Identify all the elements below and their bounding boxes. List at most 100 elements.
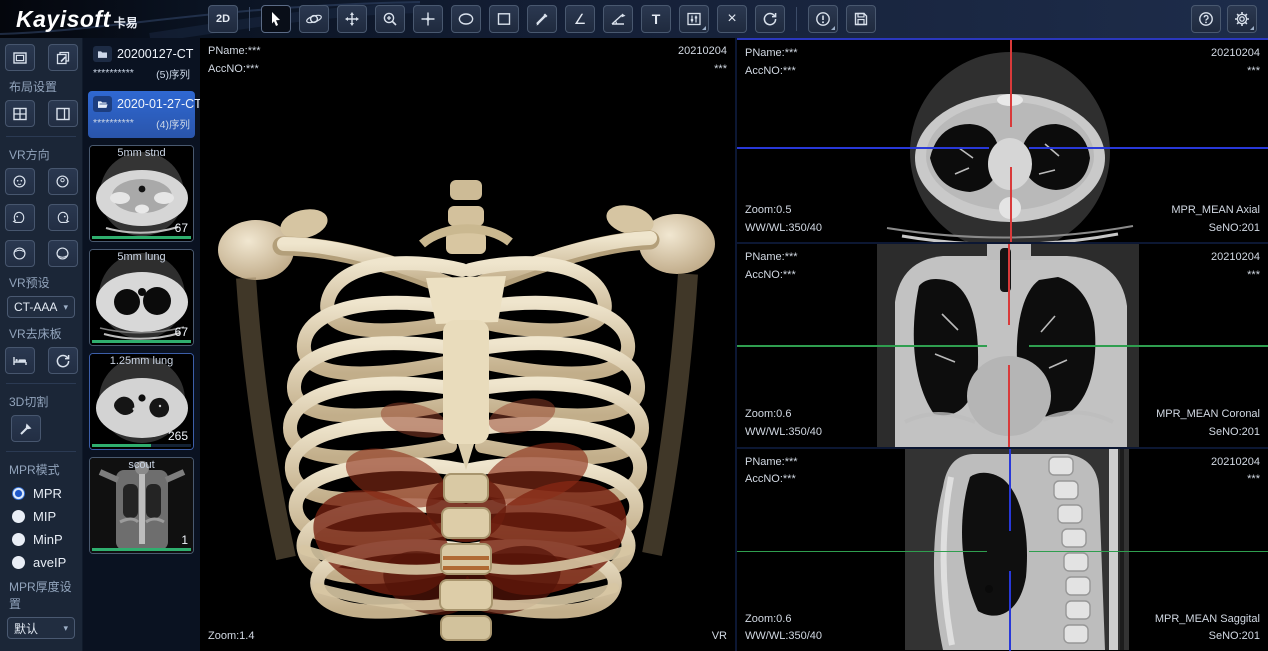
cobb-angle-button[interactable] <box>603 5 633 33</box>
vr-head-front-button[interactable] <box>5 168 35 195</box>
axial-crosshair-v-top[interactable] <box>1010 40 1012 127</box>
radio-dot <box>12 556 25 569</box>
bed-icon <box>12 353 28 369</box>
series-thumbnail-4[interactable]: scout 1 <box>89 457 194 554</box>
mpr-thickness-value: 默认 <box>14 620 38 637</box>
bed-reset-button[interactable] <box>48 347 78 374</box>
chevron-down-icon: ▾ <box>63 302 68 313</box>
delete-button[interactable]: × <box>717 5 747 33</box>
view-2d-button[interactable]: 2D <box>208 5 238 33</box>
chevron-down-icon: ▾ <box>63 623 68 634</box>
folder-open-icon <box>93 96 112 112</box>
reset-button[interactable] <box>755 5 785 33</box>
sagittal-crosshair-v-top[interactable] <box>1009 449 1011 531</box>
radio-aveip[interactable]: aveIP <box>12 555 82 570</box>
thumbnail-number: 265 <box>168 429 188 443</box>
thumbnail-number: 67 <box>175 221 188 235</box>
sagittal-viewport[interactable]: PName:*** AccNO:*** 20210204 *** Zoom:0.… <box>737 449 1268 651</box>
help-button[interactable] <box>1191 5 1221 33</box>
vr-head-back-button[interactable] <box>48 168 78 195</box>
radio-mpr[interactable]: MPR <box>12 486 82 501</box>
window-level-button[interactable] <box>679 5 709 33</box>
layout-grid-2x2-button[interactable] <box>5 100 35 127</box>
text-tool-button[interactable]: T <box>641 5 671 33</box>
angle-icon: ∠ <box>574 12 587 26</box>
cut-3d-label: 3D切割 <box>9 393 82 410</box>
study-item-2[interactable]: 2020-01-27-CT ********** (4)序列 <box>88 91 195 138</box>
layout-edit-button[interactable] <box>48 44 78 71</box>
layout-monitor-button[interactable] <box>5 44 35 71</box>
cursor-button[interactable] <box>261 5 291 33</box>
seno-text: SeNO:201 <box>1155 628 1260 646</box>
axial-zoom-overlay: Zoom:0.5 WW/WL:350/40 <box>745 202 822 237</box>
study-item-1[interactable]: 20200127-CT ********** (5)序列 <box>88 41 195 88</box>
settings-icon <box>1234 11 1250 27</box>
vr-head-left-button[interactable] <box>5 204 35 231</box>
ellipse-tool-button[interactable] <box>451 5 481 33</box>
mpr-thickness-label: MPR厚度设置 <box>9 578 82 612</box>
mpr-thickness-dropdown[interactable]: 默认 ▾ <box>7 617 75 639</box>
axial-crosshair-h-left[interactable] <box>737 147 989 149</box>
radio-mip[interactable]: MIP <box>12 509 82 524</box>
axial-viewport[interactable]: PName:*** AccNO:*** 20210204 *** Zoom:0.… <box>737 38 1268 244</box>
coronal-crosshair-v-top[interactable] <box>1008 244 1010 325</box>
coronal-crosshair-h-right[interactable] <box>1029 345 1268 347</box>
sagittal-crosshair-v-bottom[interactable] <box>1009 571 1011 651</box>
coronal-viewport[interactable]: PName:*** AccNO:*** 20210204 *** Zoom:0.… <box>737 244 1268 448</box>
crosshair-button[interactable] <box>413 5 443 33</box>
radio-label: aveIP <box>33 555 66 570</box>
head-right-icon <box>55 210 70 225</box>
thumbnail-number: 67 <box>175 325 188 339</box>
vr-preset-dropdown[interactable]: CT-AAA ▾ <box>7 296 75 318</box>
accno-text: AccNO:*** <box>745 63 798 81</box>
coronal-type-overlay: MPR_MEAN Coronal SeNO:201 <box>1156 406 1260 441</box>
report-button[interactable] <box>808 5 838 33</box>
vr-preset-label: VR预设 <box>9 274 82 291</box>
series-thumbnail-1[interactable]: 5mm stnd 67 <box>89 145 194 242</box>
radio-label: MinP <box>33 532 63 547</box>
head-bottom-icon <box>55 246 70 261</box>
wwwl-text: WW/WL:350/40 <box>745 424 822 442</box>
sagittal-crosshair-h-left[interactable] <box>737 551 987 553</box>
thumbnail-progress <box>92 444 191 447</box>
zoom-text: Zoom:0.6 <box>745 611 822 629</box>
accno-text: AccNO:*** <box>745 267 798 285</box>
left-sidebar: 布局设置 VR方向 <box>0 38 83 651</box>
vr-head-right-button[interactable] <box>48 204 78 231</box>
remove-bed-button[interactable] <box>5 347 35 374</box>
settings-button[interactable] <box>1227 5 1257 33</box>
window-level-icon <box>686 11 702 27</box>
rotate-3d-button[interactable] <box>299 5 329 33</box>
sagittal-type-overlay: MPR_MEAN Saggital SeNO:201 <box>1155 611 1260 646</box>
vr-head-bottom-button[interactable] <box>48 240 78 267</box>
zoom-in-button[interactable] <box>375 5 405 33</box>
vr-viewport[interactable]: PName:*** AccNO:*** 20210204 *** Zoom:1.… <box>200 38 735 651</box>
scalpel-button[interactable] <box>11 415 41 442</box>
pname-text: PName:*** <box>745 454 798 472</box>
coronal-crosshair-h-left[interactable] <box>737 345 987 347</box>
save-button[interactable] <box>846 5 876 33</box>
sidebar-divider <box>6 451 76 452</box>
radio-dot <box>12 487 25 500</box>
radio-minp[interactable]: MinP <box>12 532 82 547</box>
masked-text: *** <box>1211 267 1260 285</box>
series-thumbnail-2[interactable]: 5mm lung 67 <box>89 249 194 346</box>
coronal-crosshair-v-bottom[interactable] <box>1008 365 1010 446</box>
measure-button[interactable] <box>527 5 557 33</box>
sagittal-crosshair-h-right[interactable] <box>1029 551 1268 553</box>
wwwl-text: WW/WL:350/40 <box>745 628 822 646</box>
head-front-icon <box>12 174 27 189</box>
rect-tool-button[interactable] <box>489 5 519 33</box>
layout-split-button[interactable] <box>48 100 78 127</box>
layout-section-label: 布局设置 <box>9 78 82 95</box>
axial-crosshair-h-right[interactable] <box>1029 147 1268 149</box>
series-thumbnail-3[interactable]: 1.25mm lung 265 <box>89 353 194 450</box>
vr-head-top-button[interactable] <box>5 240 35 267</box>
pan-button[interactable] <box>337 5 367 33</box>
study-count: (5)序列 <box>156 67 190 82</box>
axial-crosshair-v-bottom[interactable] <box>1010 167 1012 242</box>
radio-label: MPR <box>33 486 62 501</box>
vr-type-overlay: VR <box>712 628 727 646</box>
angle-button[interactable]: ∠ <box>565 5 595 33</box>
vr-preset-value: CT-AAA <box>14 300 57 314</box>
